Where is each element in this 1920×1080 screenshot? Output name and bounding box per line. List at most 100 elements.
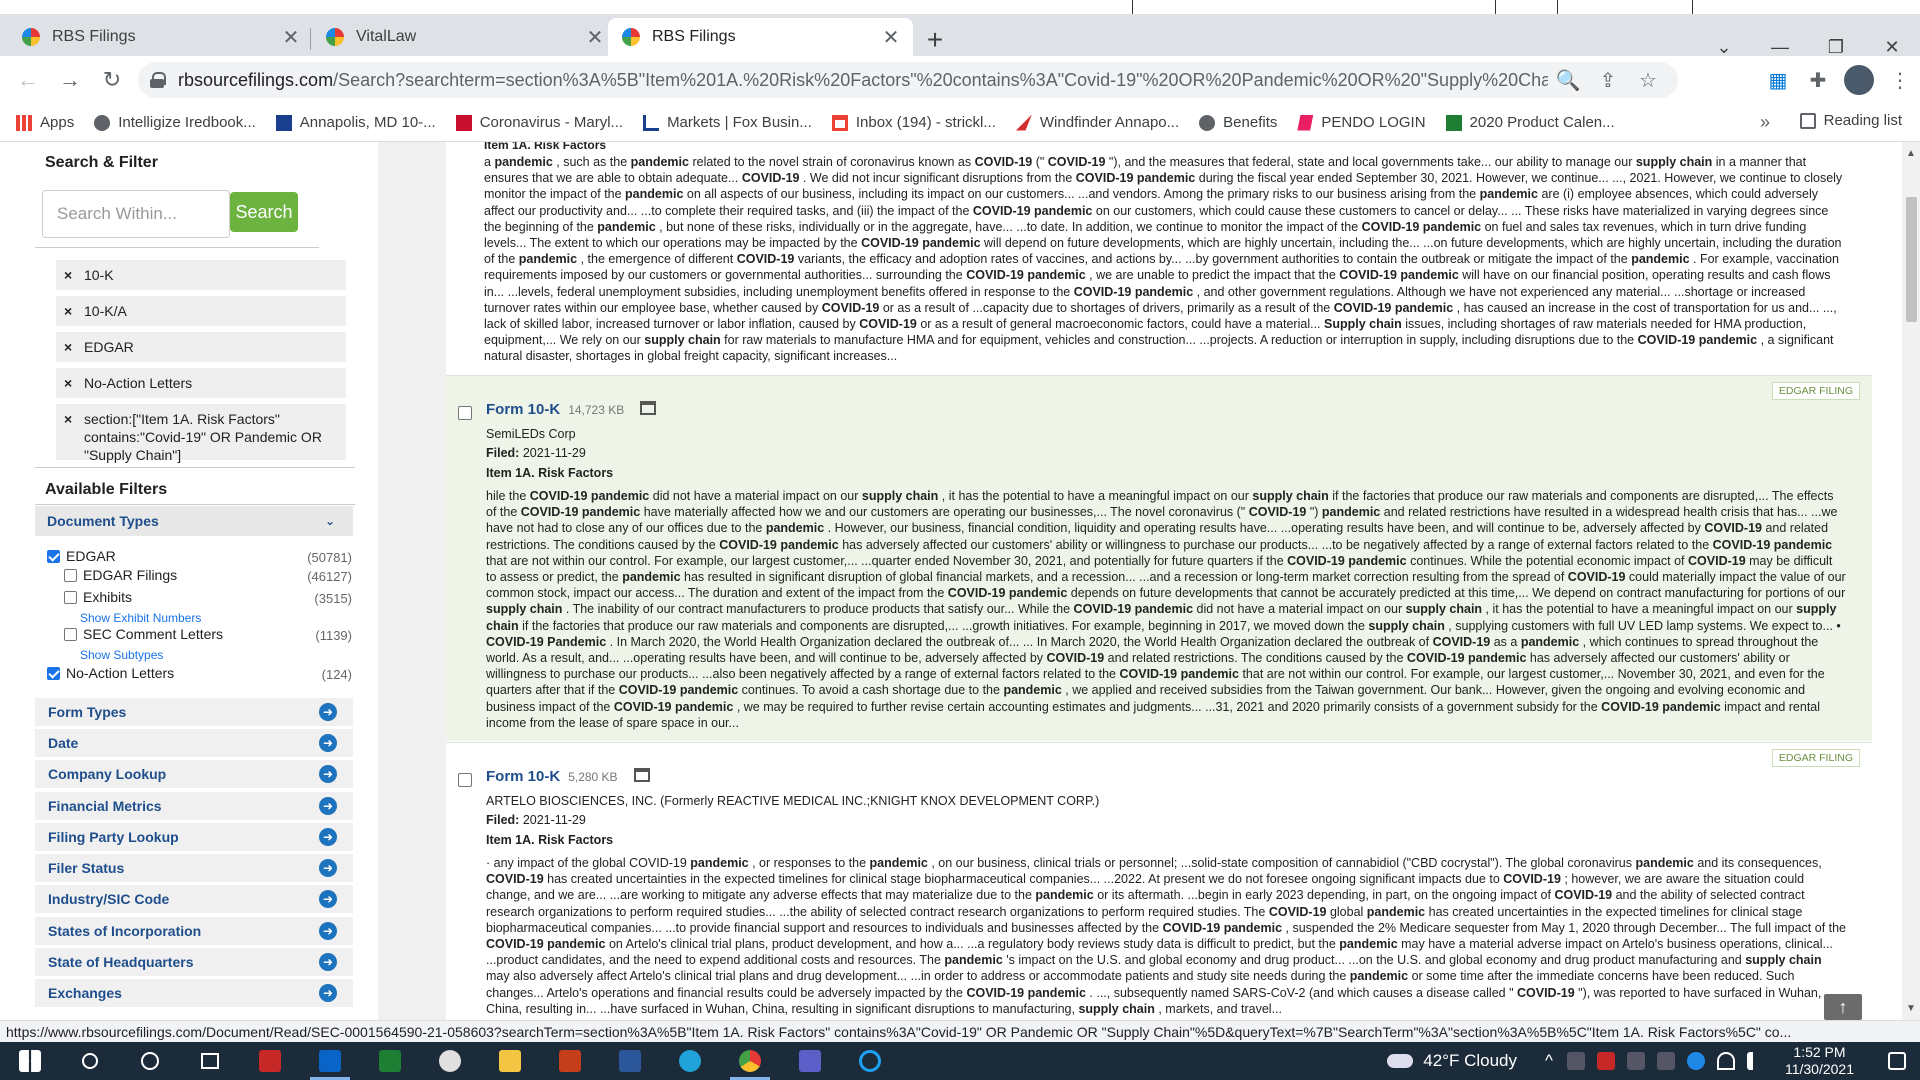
accordion-states-of-incorporation[interactable]: States of Incorporation ➜ — [35, 917, 353, 945]
tray-app-icon[interactable] — [1566, 1052, 1585, 1070]
chrome-app-icon[interactable] — [720, 1042, 780, 1080]
cortana-icon[interactable] — [120, 1042, 180, 1080]
expand-arrow-icon[interactable]: ➜ — [319, 984, 337, 1002]
file-explorer-icon[interactable] — [480, 1042, 540, 1080]
expand-arrow-icon[interactable]: ➜ — [319, 797, 337, 815]
lock-icon[interactable] — [150, 72, 166, 88]
calendar-preview-icon[interactable] — [640, 401, 657, 415]
scroll-up-icon[interactable]: ▲ — [1906, 148, 1916, 159]
show-subtypes-link[interactable]: Show Subtypes — [80, 648, 163, 662]
search-button[interactable]: Search — [230, 192, 298, 232]
task-view-icon[interactable] — [180, 1042, 240, 1080]
tray-app-icon[interactable] — [1626, 1052, 1645, 1070]
wifi-icon[interactable] — [1716, 1052, 1735, 1070]
checkbox[interactable] — [64, 627, 77, 641]
bookmark-gmail[interactable]: Inbox (194) - strickl... — [831, 114, 996, 131]
tray-app-icon[interactable] — [1656, 1052, 1675, 1070]
teams-app-icon[interactable] — [780, 1042, 840, 1080]
expand-arrow-icon[interactable]: ➜ — [319, 703, 337, 721]
accordion-filer-status[interactable]: Filer Status ➜ — [35, 854, 353, 882]
bookmarks-overflow-button[interactable]: » — [1760, 112, 1770, 133]
expand-arrow-icon[interactable]: ➜ — [319, 765, 337, 783]
remove-filter-icon[interactable]: × — [64, 266, 72, 284]
weather-widget[interactable]: 42°F Cloudy — [1387, 1051, 1517, 1071]
filter-edgar-filings[interactable]: EDGAR Filings — [64, 567, 177, 583]
accordion-financial-metrics[interactable]: Financial Metrics ➜ — [35, 792, 353, 820]
scroll-down-icon[interactable]: ▼ — [1906, 1003, 1916, 1014]
tab-rbs-filings-active[interactable]: RBS Filings ✕ — [608, 18, 913, 56]
tab-vitallaw[interactable]: VitalLaw ✕ — [312, 18, 617, 56]
filter-sec-comment-letters[interactable]: SEC Comment Letters — [64, 626, 223, 642]
form-link[interactable]: Form 10-K — [486, 401, 560, 418]
powerpoint-app-icon[interactable] — [540, 1042, 600, 1080]
notifications-icon[interactable] — [1888, 1052, 1906, 1070]
remove-filter-icon[interactable]: × — [64, 374, 72, 392]
filter-no-action-letters[interactable]: No-Action Letters — [47, 665, 174, 681]
excel-app-icon[interactable] — [360, 1042, 420, 1080]
start-button[interactable] — [0, 1042, 60, 1080]
form-link[interactable]: Form 10-K — [486, 768, 560, 785]
url-text[interactable]: rbsourcefilings.com/Search?searchterm=se… — [178, 70, 1548, 91]
reading-list-button[interactable]: Reading list — [1799, 112, 1902, 129]
accordion-industry-sic[interactable]: Industry/SIC Code ➜ — [35, 885, 353, 913]
close-tab-icon[interactable]: ✕ — [881, 25, 901, 50]
paint-app-icon[interactable] — [420, 1042, 480, 1080]
accordion-filing-party-lookup[interactable]: Filing Party Lookup ➜ — [35, 823, 353, 851]
profile-avatar[interactable] — [1844, 65, 1874, 95]
back-to-top-button[interactable]: ↑ — [1824, 994, 1862, 1020]
accordion-state-of-headquarters[interactable]: State of Headquarters ➜ — [35, 948, 353, 976]
volume-icon[interactable] — [1746, 1052, 1765, 1070]
close-tab-icon[interactable]: ✕ — [281, 25, 301, 50]
checkbox-checked[interactable] — [47, 666, 60, 680]
share-icon[interactable]: ⇪ — [1588, 68, 1628, 93]
document-types-header[interactable]: Document Types ⌄ — [35, 506, 353, 536]
accordion-date[interactable]: Date ➜ — [35, 729, 353, 757]
scrollbar-thumb[interactable] — [1906, 197, 1917, 322]
chevron-down-icon[interactable]: ⌄ — [325, 514, 339, 528]
checkbox[interactable] — [64, 568, 77, 582]
accordion-form-types[interactable]: Form Types ➜ — [35, 698, 353, 726]
filter-edgar[interactable]: EDGAR — [47, 548, 116, 564]
show-exhibit-numbers-link[interactable]: Show Exhibit Numbers — [80, 611, 201, 625]
page-scrollbar[interactable]: ▲ ▼ — [1902, 142, 1920, 1020]
expand-arrow-icon[interactable]: ➜ — [319, 734, 337, 752]
accordion-exchanges[interactable]: Exchanges ➜ — [35, 979, 353, 1007]
filter-exhibits[interactable]: Exhibits — [64, 589, 132, 605]
outlook-app-icon[interactable] — [300, 1042, 360, 1080]
bookmark-star-icon[interactable]: ☆ — [1628, 68, 1668, 93]
onedrive-icon[interactable] — [1686, 1052, 1705, 1070]
result-select-checkbox[interactable] — [458, 406, 472, 420]
expand-arrow-icon[interactable]: ➜ — [319, 859, 337, 877]
remove-filter-icon[interactable]: × — [64, 338, 72, 356]
rsa-app-icon[interactable] — [240, 1042, 300, 1080]
tab-rbs-filings-1[interactable]: RBS Filings ✕ — [8, 18, 313, 56]
tray-chevron-icon[interactable]: ^ — [1545, 1051, 1553, 1071]
expand-arrow-icon[interactable]: ➜ — [319, 828, 337, 846]
bookmark-benefits[interactable]: Benefits — [1199, 114, 1277, 131]
remove-filter-icon[interactable]: × — [64, 302, 72, 320]
tray-security-icon[interactable] — [1596, 1052, 1615, 1070]
clock[interactable]: 1:52 PM 11/30/2021 — [1785, 1044, 1854, 1078]
bookmark-product-calendar[interactable]: 2020 Product Calen... — [1445, 114, 1615, 131]
word-app-icon[interactable] — [600, 1042, 660, 1080]
close-tab-icon[interactable]: ✕ — [585, 25, 605, 50]
bookmark-pendo[interactable]: PENDO LOGIN — [1297, 114, 1426, 131]
edge-app-icon[interactable] — [660, 1042, 720, 1080]
expand-arrow-icon[interactable]: ➜ — [319, 890, 337, 908]
bookmark-intelligize[interactable]: Intelligize Iredbook... — [94, 114, 256, 131]
expand-arrow-icon[interactable]: ➜ — [319, 922, 337, 940]
browser-menu-icon[interactable]: ⋮ — [1880, 68, 1920, 93]
address-bar[interactable]: rbsourcefilings.com/Search?searchterm=se… — [138, 62, 1678, 98]
zoom-search-icon[interactable]: 🔍 — [1548, 68, 1588, 93]
new-tab-button[interactable]: + — [920, 24, 950, 56]
forward-button[interactable]: → — [50, 60, 90, 100]
checkbox[interactable] — [64, 590, 77, 604]
bookmark-annapolis[interactable]: Annapolis, MD 10-... — [275, 114, 436, 131]
bookmark-fox-business[interactable]: Markets | Fox Busin... — [643, 114, 812, 131]
bookmark-windfinder[interactable]: Windfinder Annapo... — [1015, 114, 1179, 131]
bookmark-apps[interactable]: Apps — [16, 114, 74, 131]
expand-arrow-icon[interactable]: ➜ — [319, 953, 337, 971]
search-taskbar-icon[interactable] — [60, 1042, 120, 1080]
checkbox-checked[interactable] — [47, 549, 60, 563]
remove-filter-icon[interactable]: × — [64, 410, 72, 428]
